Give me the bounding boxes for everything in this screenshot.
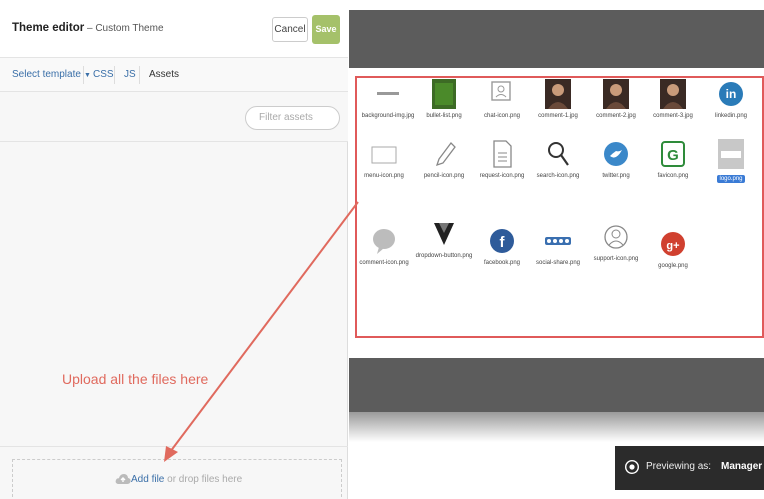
tab-assets[interactable]: Assets — [149, 69, 179, 80]
eye-icon — [625, 460, 639, 474]
divider — [0, 446, 348, 447]
tab-divider — [83, 66, 84, 84]
filter-row: Filter assets — [0, 92, 348, 142]
previewing-as-text: Previewing as: Manager — [646, 461, 762, 472]
cancel-button[interactable]: Cancel — [272, 17, 308, 42]
drop-files-text: or drop files here — [164, 474, 243, 485]
previewing-as-badge[interactable]: Previewing as: Manager — [615, 446, 764, 490]
tab-css[interactable]: CSS — [93, 69, 114, 80]
theme-editor-panel: Theme editor – Custom Theme Cancel Save … — [0, 0, 348, 499]
highlight-box — [355, 76, 764, 338]
previewing-as-label: Previewing as: — [646, 461, 712, 472]
tab-select-template-label: Select template — [12, 69, 81, 80]
tab-select-template[interactable]: Select template ▼ — [12, 69, 91, 80]
filter-assets-input[interactable]: Filter assets — [245, 106, 340, 130]
previewing-role: Manager — [721, 461, 763, 472]
upload-annotation: Upload all the files here — [62, 371, 209, 387]
save-button[interactable]: Save — [312, 15, 340, 44]
file-dropzone[interactable]: Add file or drop files here — [12, 459, 342, 497]
cloud-upload-icon — [115, 474, 131, 484]
page-title: Theme editor – Custom Theme — [12, 22, 164, 34]
editor-subtitle: – Custom Theme — [84, 23, 164, 34]
preview-shadow — [349, 412, 764, 442]
tab-divider — [114, 66, 115, 84]
editor-tabs: Select template ▼ CSS JS Assets — [0, 58, 348, 92]
editor-title: Theme editor — [12, 22, 85, 34]
add-file-link[interactable]: Add file — [131, 474, 164, 485]
add-file-prompt: Add file or drop files here — [131, 474, 242, 485]
tab-js[interactable]: JS — [124, 69, 136, 80]
tab-divider — [139, 66, 140, 84]
chevron-down-icon: ▼ — [83, 72, 91, 79]
editor-header: Theme editor – Custom Theme Cancel Save — [0, 0, 348, 58]
